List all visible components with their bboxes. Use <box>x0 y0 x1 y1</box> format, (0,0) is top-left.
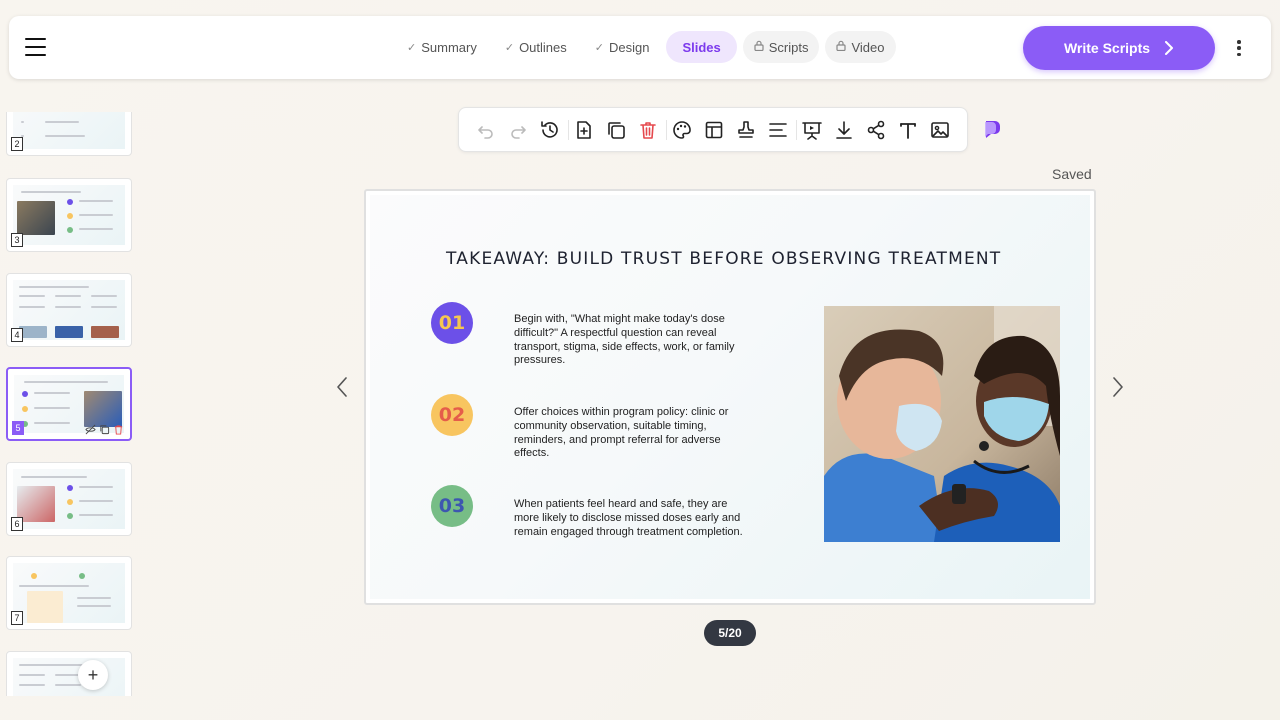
slide-title[interactable]: TAKEAWAY: BUILD TRUST BEFORE OBSERVING T… <box>446 249 1001 269</box>
stamp-icon[interactable] <box>735 119 757 141</box>
top-bar: ✓ Summary ✓ Outlines ✓ Design Slides Scr… <box>9 16 1271 79</box>
slide-thumbnail-6[interactable]: 6 <box>6 462 132 536</box>
write-scripts-label: Write Scripts <box>1063 40 1151 56</box>
slide-canvas[interactable]: TAKEAWAY: BUILD TRUST BEFORE OBSERVING T… <box>364 189 1096 605</box>
step-label: Scripts <box>768 39 809 55</box>
point-number-badge: 03 <box>431 485 473 527</box>
point-number-badge: 01 <box>431 302 473 344</box>
slide-thumbnail-4[interactable]: 4 <box>6 273 132 347</box>
menu-icon[interactable] <box>25 38 46 56</box>
point-text[interactable]: Offer choices within program policy: cli… <box>514 406 744 461</box>
download-icon[interactable] <box>833 119 855 141</box>
step-summary[interactable]: ✓ Summary <box>396 31 488 63</box>
delete-icon[interactable] <box>113 422 124 435</box>
step-label: Slides <box>682 39 721 55</box>
check-icon: ✓ <box>504 41 515 54</box>
point-number-badge: 02 <box>431 394 473 436</box>
layout-icon[interactable] <box>703 119 725 141</box>
step-label: Video <box>851 39 885 55</box>
add-slide-button[interactable]: + <box>78 660 108 690</box>
redo-icon[interactable] <box>507 119 529 141</box>
step-design[interactable]: ✓ Design <box>584 31 661 63</box>
ai-assistant-icon[interactable] <box>982 118 1004 140</box>
text-icon[interactable] <box>897 119 919 141</box>
step-label: Outlines <box>519 39 567 55</box>
slide-number: 4 <box>11 328 23 342</box>
history-icon[interactable] <box>539 119 561 141</box>
point-text[interactable]: When patients feel heard and safe, they … <box>514 498 744 539</box>
slide-number: 7 <box>11 611 23 625</box>
image-icon[interactable] <box>929 119 951 141</box>
slide-number: 3 <box>11 233 23 247</box>
slide-thumbnail-7[interactable]: 7 <box>6 556 132 630</box>
duplicate-icon[interactable] <box>99 422 110 435</box>
save-status: Saved <box>1052 166 1092 182</box>
undo-icon[interactable] <box>475 119 497 141</box>
workflow-steps: ✓ Summary ✓ Outlines ✓ Design Slides Scr… <box>396 31 902 63</box>
delete-icon[interactable] <box>637 119 659 141</box>
align-icon[interactable] <box>767 119 789 141</box>
add-page-icon[interactable] <box>573 119 595 141</box>
slide-thumbnail-3[interactable]: 3 <box>6 178 132 252</box>
check-icon: ✓ <box>594 41 604 54</box>
more-options-icon[interactable] <box>1235 40 1243 56</box>
previous-slide-button[interactable] <box>336 376 348 398</box>
slide-number: 6 <box>11 517 23 531</box>
check-icon: ✓ <box>407 41 417 54</box>
duplicate-icon[interactable] <box>605 119 627 141</box>
step-outlines[interactable]: ✓ Outlines <box>494 31 578 63</box>
slide-counter: 5/20 <box>704 620 756 646</box>
slide-number: 5 <box>12 421 24 435</box>
slide-thumbnail-5[interactable]: 5 <box>6 367 132 441</box>
chevron-right-icon <box>1165 41 1174 55</box>
present-icon[interactable] <box>801 119 823 141</box>
slide: TAKEAWAY: BUILD TRUST BEFORE OBSERVING T… <box>370 195 1090 599</box>
editor-toolbar <box>458 107 968 152</box>
share-icon[interactable] <box>865 119 887 141</box>
step-scripts[interactable]: Scripts <box>742 31 820 63</box>
step-slides[interactable]: Slides <box>666 31 737 63</box>
slide-photo[interactable] <box>824 306 1060 542</box>
palette-icon[interactable] <box>671 119 693 141</box>
step-label: Design <box>608 39 650 55</box>
slide-thumbnail-2[interactable]: 2 <box>6 112 132 156</box>
next-slide-button[interactable] <box>1112 376 1124 398</box>
slide-number: 2 <box>11 137 23 151</box>
lock-icon <box>754 40 764 54</box>
slide-thumbnail-8[interactable] <box>6 651 132 696</box>
step-video[interactable]: Video <box>825 31 896 63</box>
lock-icon <box>836 40 847 54</box>
slide-thumbnails: 2 3 4 5 6 7 + <box>5 112 133 696</box>
step-label: Summary <box>421 39 477 55</box>
thumbnail-actions <box>85 422 124 435</box>
write-scripts-button[interactable]: Write Scripts <box>1023 26 1215 70</box>
hide-icon[interactable] <box>85 422 96 435</box>
point-text[interactable]: Begin with, "What might make today's dos… <box>514 313 744 368</box>
